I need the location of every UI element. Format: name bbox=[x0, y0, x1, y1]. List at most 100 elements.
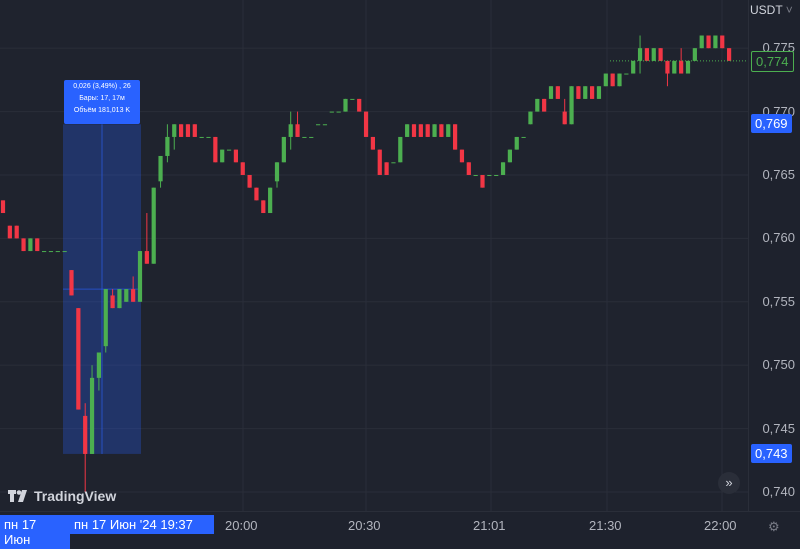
candle-body bbox=[487, 174, 492, 176]
candle-body bbox=[274, 162, 280, 182]
candle-body bbox=[411, 124, 417, 137]
candle-body bbox=[281, 136, 286, 163]
candle-body bbox=[0, 200, 6, 214]
candle-body bbox=[446, 124, 451, 137]
candle-body bbox=[583, 86, 588, 99]
time-tag-range-end: пн 17 Июн '24 19:37 bbox=[70, 515, 214, 534]
candle-body bbox=[192, 124, 197, 137]
candle-body bbox=[158, 155, 163, 182]
candle-body bbox=[172, 124, 177, 137]
price-tick-label: 0,740 bbox=[762, 483, 795, 499]
candle-body bbox=[110, 295, 115, 309]
settings-gear-icon[interactable]: ⚙ bbox=[768, 519, 780, 535]
candle-body bbox=[370, 136, 375, 150]
measure-volume: Объём 181,013 K bbox=[73, 107, 131, 114]
candle-body bbox=[226, 149, 232, 151]
candle-body bbox=[507, 149, 512, 163]
candle-body bbox=[179, 124, 184, 137]
chart-plot-area[interactable] bbox=[0, 0, 748, 511]
candle-body bbox=[89, 377, 95, 454]
candle-body bbox=[528, 111, 533, 125]
time-tick-label: 21:30 bbox=[589, 518, 622, 533]
candle-body bbox=[14, 225, 19, 239]
candle-body bbox=[302, 136, 307, 138]
candle-body bbox=[137, 251, 143, 302]
candle-body bbox=[617, 73, 622, 87]
candle-body bbox=[500, 162, 506, 175]
candle-body bbox=[254, 187, 259, 201]
candle-body bbox=[103, 289, 108, 347]
candle-body bbox=[514, 136, 519, 150]
time-tag-range-start: пн 17 Июн bbox=[0, 515, 70, 549]
candle-body bbox=[494, 174, 499, 176]
candle-body bbox=[261, 200, 266, 214]
candle-body bbox=[548, 86, 554, 99]
candle-body bbox=[535, 98, 540, 112]
candle-body bbox=[521, 136, 526, 138]
candle-body bbox=[453, 124, 458, 150]
scroll-right-icon[interactable]: » bbox=[718, 472, 740, 494]
candle-body bbox=[206, 136, 211, 138]
candle-body bbox=[720, 35, 725, 49]
candle-body bbox=[610, 73, 615, 87]
price-tick-label: 0,760 bbox=[762, 230, 795, 246]
candle-body bbox=[28, 238, 33, 252]
candle-body bbox=[727, 48, 732, 61]
range-high-tag: 0,769 bbox=[751, 114, 792, 134]
candle-body bbox=[631, 60, 636, 74]
candle-body bbox=[21, 238, 26, 252]
measure-tooltip: 0,026 (3,49%) , 26 Бары: 17, 17м Объём 1… bbox=[64, 80, 140, 124]
candle-body bbox=[124, 289, 129, 302]
candle-body bbox=[459, 149, 465, 163]
candle-body bbox=[7, 225, 12, 239]
candle-body bbox=[603, 73, 608, 87]
candle-body bbox=[466, 162, 471, 175]
candle-body bbox=[233, 149, 238, 163]
candle-body bbox=[55, 251, 60, 253]
tradingview-logo-icon bbox=[8, 490, 27, 502]
candle-body bbox=[576, 86, 581, 99]
candle-body bbox=[151, 187, 156, 264]
candle-body bbox=[398, 136, 403, 163]
candle-body bbox=[624, 73, 629, 75]
candle-body bbox=[569, 86, 574, 125]
chevron-down-icon: ˅ bbox=[785, 3, 793, 17]
time-tick-label: 21:01 bbox=[473, 518, 506, 533]
candle-body bbox=[637, 48, 643, 61]
price-scale[interactable]: 0,775 0,770 0,765 0,760 0,755 0,750 0,745 0,740… bbox=[748, 0, 800, 511]
time-tick-label: 20:00 bbox=[225, 518, 258, 533]
candle-body bbox=[316, 124, 321, 126]
candle-body bbox=[363, 111, 369, 137]
candle-body bbox=[69, 270, 74, 296]
candle-body bbox=[590, 86, 595, 99]
currency-selector[interactable]: USDT ˅ bbox=[750, 3, 793, 17]
chart-svg[interactable] bbox=[0, 0, 748, 511]
brand-label: TradingView bbox=[34, 488, 117, 504]
candle-body bbox=[651, 48, 656, 61]
time-scale[interactable]: 20:00 20:30 21:01 21:30 22:00 пн 17 Июн пн 17 … bbox=[0, 511, 800, 549]
last-price-tag: 0,774 bbox=[751, 50, 794, 72]
candle-body bbox=[562, 111, 567, 125]
candle-body bbox=[76, 308, 81, 410]
candle-body bbox=[685, 60, 691, 74]
candle-body bbox=[425, 124, 430, 137]
candle-body bbox=[144, 251, 149, 264]
candle-body bbox=[247, 174, 252, 188]
candle-body bbox=[377, 149, 382, 175]
candle-body bbox=[350, 98, 355, 100]
time-tick-label: 20:30 bbox=[348, 518, 381, 533]
candle-body bbox=[62, 251, 67, 253]
currency-label: USDT bbox=[750, 3, 783, 17]
candle-body bbox=[473, 174, 478, 176]
tradingview-logo[interactable]: TradingView bbox=[8, 488, 116, 504]
candle-body bbox=[96, 352, 101, 378]
candle-body bbox=[679, 60, 684, 74]
range-low-tag: 0,743 bbox=[751, 443, 792, 463]
candle-body bbox=[418, 124, 423, 137]
candle-body bbox=[48, 251, 54, 253]
candle-body bbox=[699, 35, 704, 49]
candle-body bbox=[357, 98, 362, 112]
time-tick-label: 22:00 bbox=[704, 518, 737, 533]
candle-body bbox=[706, 35, 711, 49]
price-tick-label: 0,755 bbox=[762, 293, 795, 309]
